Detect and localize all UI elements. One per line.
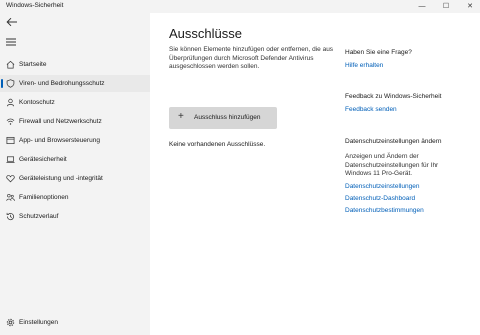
sidebar: Startseite Viren- und Bedrohungsschutz K… [0, 13, 150, 335]
page-title: Ausschlüsse [169, 26, 242, 41]
sidebar-item-virus-protection[interactable]: Viren- und Bedrohungsschutz [0, 75, 150, 92]
sidebar-item-family-options[interactable]: Familienoptionen [0, 189, 150, 206]
app-window-icon [6, 136, 15, 145]
sidebar-item-home[interactable]: Startseite [0, 56, 150, 73]
sidebar-item-app-browser-control[interactable]: App- und Browsersteuerung [0, 132, 150, 149]
maximize-button[interactable]: ☐ [438, 0, 454, 13]
add-exclusion-label: Ausschluss hinzufügen [194, 114, 261, 121]
sidebar-item-device-performance[interactable]: Geräteleistung und -integrität [0, 170, 150, 187]
privacy-statement-link[interactable]: Datenschutzbestimmungen [345, 207, 424, 214]
privacy-settings-link[interactable]: Datenschutzeinstellungen [345, 183, 419, 190]
person-icon [6, 98, 15, 107]
heart-icon [6, 175, 15, 183]
sidebar-item-device-security[interactable]: Gerätesicherheit [0, 151, 150, 168]
sidebar-item-account-protection[interactable]: Kontoschutz [0, 94, 150, 111]
sidebar-item-protection-history[interactable]: Schutzverlauf [0, 208, 150, 225]
main-content: Ausschlüsse Sie können Elemente hinzufüg… [150, 13, 480, 335]
privacy-text: Anzeigen und Ändern der Datenschutzeinst… [345, 153, 439, 177]
family-icon [6, 194, 15, 201]
title-bar: Windows-Sicherheit — ☐ ✕ [0, 0, 480, 13]
laptop-icon [6, 156, 15, 163]
window-title: Windows-Sicherheit [6, 2, 64, 9]
history-icon [6, 212, 15, 220]
sidebar-item-label: Viren- und Bedrohungsschutz [19, 80, 105, 87]
feedback-heading: Feedback zu Windows-Sicherheit [345, 93, 442, 100]
add-exclusion-button[interactable]: + Ausschluss hinzufügen [169, 107, 277, 129]
sidebar-item-label: Familienoptionen [19, 194, 69, 201]
question-heading: Haben Sie eine Frage? [345, 49, 412, 56]
back-arrow-icon[interactable] [6, 17, 18, 27]
plus-icon: + [178, 111, 184, 122]
minimize-button[interactable]: — [414, 0, 430, 13]
privacy-dashboard-link[interactable]: Datenschutz-Dashboard [345, 195, 415, 202]
sidebar-item-settings[interactable]: Einstellungen [0, 314, 150, 331]
sidebar-item-label: Kontoschutz [19, 99, 55, 106]
privacy-heading: Datenschutzeinstellungen ändern [345, 138, 442, 145]
feedback-link[interactable]: Feedback senden [345, 106, 397, 113]
shield-icon [6, 79, 15, 88]
help-link[interactable]: Hilfe erhalten [345, 62, 383, 69]
sidebar-item-label: Einstellungen [19, 319, 59, 326]
home-icon [6, 60, 15, 69]
menu-icon[interactable] [6, 38, 16, 46]
wifi-icon [6, 118, 15, 125]
sidebar-item-label: App- und Browsersteuerung [19, 137, 100, 144]
gear-icon [6, 318, 15, 327]
page-description: Sie können Elemente hinzufügen oder entf… [169, 46, 334, 70]
sidebar-item-label: Gerätesicherheit [19, 156, 67, 163]
close-button[interactable]: ✕ [462, 0, 478, 13]
sidebar-item-label: Firewall und Netzwerkschutz [19, 118, 102, 125]
empty-state-text: Keine vorhandenen Ausschlüsse. [169, 141, 266, 148]
sidebar-item-label: Geräteleistung und -integrität [19, 175, 103, 182]
sidebar-item-label: Startseite [19, 61, 47, 68]
sidebar-item-label: Schutzverlauf [19, 213, 59, 220]
sidebar-item-firewall[interactable]: Firewall und Netzwerkschutz [0, 113, 150, 130]
